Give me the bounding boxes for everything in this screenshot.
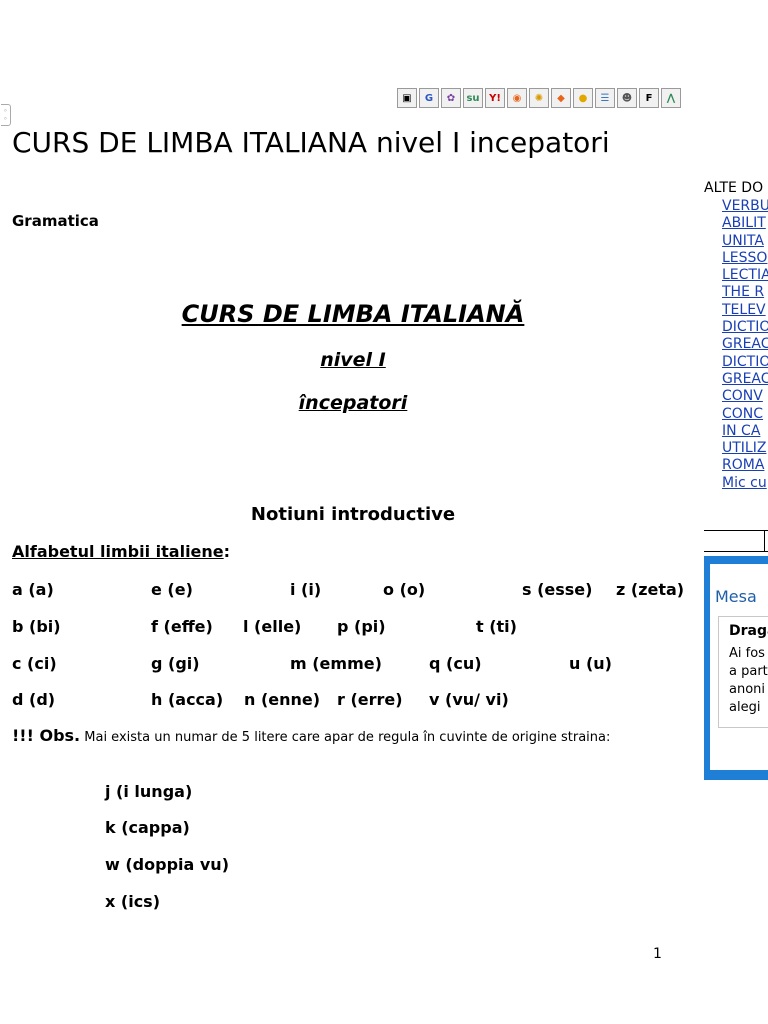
observation-paragraph: !!! Obs. Mai exista un numar de 5 litere… — [12, 728, 698, 746]
divider — [704, 551, 768, 552]
section-title: Notiuni introductive — [250, 504, 456, 525]
yahoo-myweb-icon[interactable]: ✿ — [441, 88, 461, 108]
technorati-icon[interactable]: ✺ — [529, 88, 549, 108]
alphabet-letter: g (gi) — [151, 654, 200, 673]
divider — [764, 531, 765, 551]
alphabet-letter: a (a) — [12, 580, 54, 599]
message-card[interactable]: Draga Ai fos a part anoni alegi — [718, 616, 768, 728]
yahoo-icon[interactable]: Y! — [485, 88, 505, 108]
related-doc-link[interactable]: DICTIO — [722, 319, 768, 336]
slashdot-icon[interactable]: ● — [573, 88, 593, 108]
alphabet-letter: m (emme) — [290, 654, 382, 673]
extra-letter: j (i lunga) — [105, 782, 193, 801]
related-doc-link[interactable]: LECTIA — [722, 267, 768, 284]
related-doc-link[interactable]: CONV — [722, 388, 768, 405]
facebook-icon[interactable]: F — [639, 88, 659, 108]
side-handle-icon[interactable]: ◦◦ — [1, 104, 11, 126]
alphabet-letter: u (u) — [569, 654, 612, 673]
sidebar-heading: ALTE DO — [704, 180, 764, 196]
message-card-header: Draga — [729, 623, 768, 639]
related-doc-link[interactable]: LESSO — [722, 250, 768, 267]
alphabet-letter: d (d) — [12, 690, 56, 709]
related-doc-link[interactable]: GREAC — [722, 371, 768, 388]
page-number: 1 — [653, 946, 662, 962]
alphabet-letter: v (vu/ vi) — [429, 690, 509, 709]
alphabet-letter: q (cu) — [429, 654, 482, 673]
document-title: CURS DE LIMBA ITALIANA nivel I incepator… — [12, 126, 610, 159]
message-card-line: anoni — [729, 682, 766, 697]
furl-icon[interactable]: ◆ — [551, 88, 571, 108]
alphabet-label-text: Alfabetul limbii italiene — [12, 542, 224, 561]
level-heading: nivel I — [320, 349, 386, 371]
spurl-icon[interactable]: ⋀ — [661, 88, 681, 108]
alphabet-letter: o (o) — [383, 580, 426, 599]
extra-letter: w (doppia vu) — [105, 855, 229, 874]
alphabet-letter: e (e) — [151, 580, 193, 599]
message-card-body: Ai fos a part anoni alegi — [729, 645, 768, 717]
related-doc-link[interactable]: DICTIO — [722, 354, 768, 371]
related-doc-link[interactable]: GREAC — [722, 336, 768, 353]
related-doc-link[interactable]: CONC — [722, 406, 768, 423]
message-card-line: alegi — [729, 700, 761, 715]
share-toolbar: ▣ G ✿ su Y! ◉ ✺ ◆ ● ☰ ☻ F ⋀ — [397, 88, 681, 108]
message-panel-title: Mesa — [715, 587, 757, 606]
alphabet-letter: b (bi) — [12, 617, 61, 636]
alphabet-label-colon: : — [223, 542, 231, 561]
newsvine-icon[interactable]: ☰ — [595, 88, 615, 108]
observation-text: Mai exista un numar de 5 litere care apa… — [80, 730, 611, 745]
message-card-line: a part — [729, 664, 768, 679]
category-label: Gramatica — [12, 212, 99, 230]
related-doc-link[interactable]: IN CA — [722, 423, 768, 440]
alphabet-label: Alfabetul limbii italiene: — [12, 542, 230, 561]
related-doc-link[interactable]: UNITA — [722, 233, 768, 250]
divider — [704, 530, 768, 531]
related-docs-list: VERBU ABILIT UNITA LESSO LECTIA THE R TELEV DIC… — [722, 198, 768, 492]
alphabet-letter: p (pi) — [337, 617, 386, 636]
extra-letter: k (cappa) — [105, 818, 190, 837]
alphabet-letter: l (elle) — [243, 617, 302, 636]
delicious-icon[interactable]: ▣ — [397, 88, 417, 108]
alphabet-letter: t (ti) — [476, 617, 517, 636]
blinklist-icon[interactable]: ◉ — [507, 88, 527, 108]
extra-letter: x (ics) — [105, 892, 161, 911]
related-doc-link[interactable]: Mic cu — [722, 475, 768, 492]
stumbleupon-icon[interactable]: su — [463, 88, 483, 108]
related-doc-link[interactable]: TELEV — [722, 302, 768, 319]
message-card-line: Ai fos — [729, 646, 765, 661]
related-doc-link[interactable]: VERBU — [722, 198, 768, 215]
related-doc-link[interactable]: UTILIZ — [722, 440, 768, 457]
alphabet-letter: f (effe) — [151, 617, 213, 636]
alphabet-letter: c (ci) — [12, 654, 57, 673]
beginners-heading: începatori — [298, 392, 408, 414]
alphabet-letter: r (erre) — [337, 690, 403, 709]
alphabet-letter: n (enne) — [244, 690, 321, 709]
observation-lead: !!! Obs. — [12, 726, 81, 745]
alphabet-letter: s (esse) — [522, 580, 593, 599]
alphabet-letter: h (acca) — [151, 690, 224, 709]
main-heading: CURS DE LIMBA ITALIANĂ — [181, 300, 525, 328]
related-doc-link[interactable]: THE R — [722, 284, 768, 301]
related-doc-link[interactable]: ROMA — [722, 457, 768, 474]
reddit-icon[interactable]: ☻ — [617, 88, 637, 108]
google-icon[interactable]: G — [419, 88, 439, 108]
alphabet-letter: z (zeta) — [616, 580, 685, 599]
related-doc-link[interactable]: ABILIT — [722, 215, 768, 232]
alphabet-letter: i (i) — [290, 580, 322, 599]
